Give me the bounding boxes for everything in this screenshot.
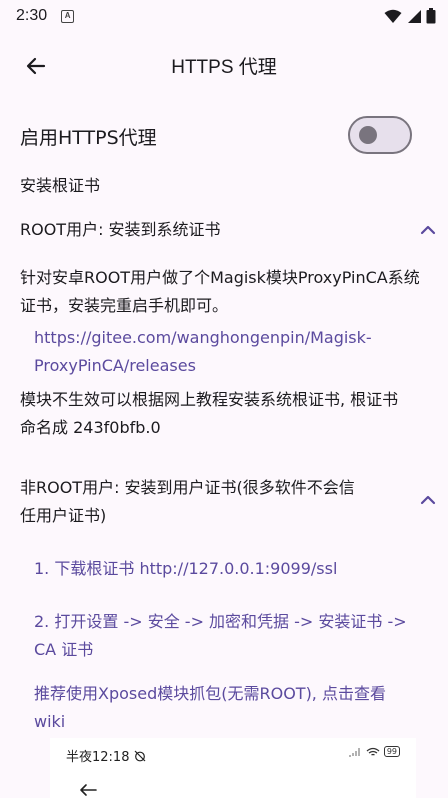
chevron-up-icon (420, 495, 436, 505)
status-icons (384, 8, 436, 24)
nonroot-section-title: 非ROOT用户: 安装到用户证书(很多软件不会信 任用户证书) (20, 474, 448, 530)
download-cert-step[interactable]: 1. 下载根证书 http://127.0.0.1:9099/ssl (34, 555, 428, 583)
wifi-icon (366, 747, 380, 756)
embedded-status-icons: 99 (348, 746, 400, 757)
recommend-line: 推荐使用Xposed模块抓包(无需ROOT), 点击查看 (34, 684, 386, 703)
link-line: ProxyPinCA/releases (34, 356, 196, 375)
install-cert-label: 安装根证书 (20, 176, 101, 195)
status-bar: 2:30 A (0, 0, 448, 32)
switch-knob (359, 126, 377, 144)
notification-a-icon: A (61, 9, 75, 23)
magisk-module-link[interactable]: https://gitee.com/wanghongenpin/Magisk- … (34, 324, 428, 380)
nonroot-title-line: 任用户证书) (20, 506, 107, 525)
xposed-wiki-link[interactable]: 推荐使用Xposed模块抓包(无需ROOT), 点击查看 wiki (34, 680, 428, 736)
signal-icon (408, 9, 421, 23)
status-time: 2:30 (16, 7, 48, 24)
embedded-status-time: 半夜12:18 (66, 746, 146, 765)
embedded-screenshot: 半夜12:18 99 (50, 738, 416, 798)
link-line: https://gitee.com/wanghongenpin/Magisk- (34, 328, 372, 347)
root-description-line: 证书，安装完重启手机即可。 (20, 296, 229, 315)
page-title: HTTPS 代理 (171, 57, 277, 78)
enable-https-row[interactable]: 启用HTTPS代理 (20, 114, 428, 156)
root-note: 模块不生效可以根据网上教程安装系统根证书, 根证书 命名成 243f0bfb.0 (20, 386, 444, 442)
root-note-line: 模块不生效可以根据网上教程安装系统根证书, 根证书 (20, 390, 399, 409)
nonroot-title-line: 非ROOT用户: 安装到用户证书(很多软件不会信 (20, 478, 355, 497)
app-bar: HTTPS 代理 (0, 40, 448, 92)
step-line: CA 证书 (34, 640, 94, 659)
step-line: 2. 打开设置 -> 安全 -> 加密和凭据 -> 安装证书 -> (34, 612, 407, 631)
root-description: 针对安卓ROOT用户做了个Magisk模块ProxyPinCA系统 证书，安装完… (20, 264, 444, 320)
battery-icon (426, 8, 436, 24)
nonroot-section-header[interactable]: 非ROOT用户: 安装到用户证书(很多软件不会信 任用户证书) (20, 474, 448, 530)
wifi-icon (384, 9, 402, 23)
recommend-line: wiki (34, 712, 66, 731)
root-description-line: 针对安卓ROOT用户做了个Magisk模块ProxyPinCA系统 (20, 268, 420, 287)
alarm-off-icon (134, 750, 146, 762)
root-note-line: 命名成 243f0bfb.0 (20, 418, 161, 437)
arrow-left-icon (80, 784, 97, 796)
battery-icon: 99 (383, 746, 400, 757)
install-cert-step[interactable]: 2. 打开设置 -> 安全 -> 加密和凭据 -> 安装证书 -> CA 证书 (34, 608, 428, 664)
chevron-up-icon (420, 225, 436, 235)
root-section-title: ROOT用户: 安装到系统证书 (20, 220, 221, 239)
root-section-header[interactable]: ROOT用户: 安装到系统证书 (20, 216, 448, 244)
enable-https-switch[interactable] (348, 116, 412, 154)
enable-https-label: 启用HTTPS代理 (20, 127, 157, 149)
signal-icon (348, 747, 360, 757)
